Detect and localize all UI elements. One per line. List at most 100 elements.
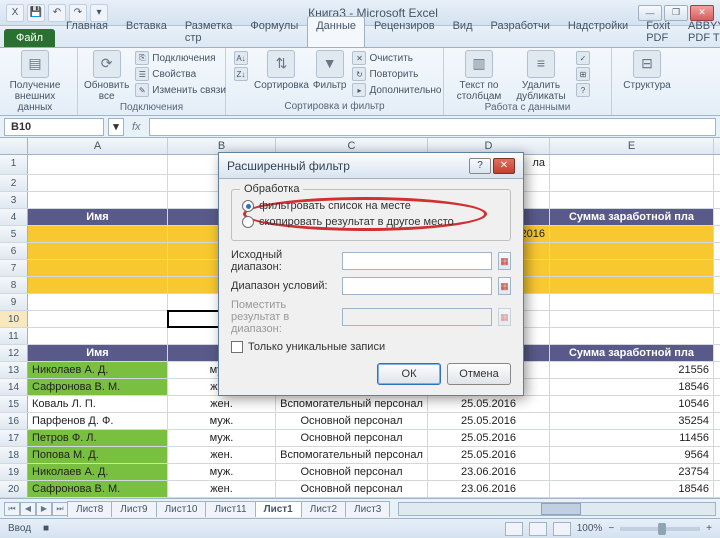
ribbon-tab[interactable]: Вид	[444, 16, 482, 47]
horizontal-scrollbar[interactable]	[398, 502, 716, 516]
sort-asc-button[interactable]: A↓	[232, 50, 250, 66]
tab-next-icon[interactable]: ▶	[36, 502, 52, 516]
sheet-tab[interactable]: Лист11	[205, 501, 255, 517]
connections-button[interactable]: ⎘Подключения	[133, 50, 228, 66]
formula-input[interactable]	[149, 118, 716, 136]
cell[interactable]	[28, 311, 168, 327]
cell[interactable]: 25.05.2016	[428, 430, 550, 446]
row-header[interactable]: 11	[0, 328, 28, 344]
zoom-slider[interactable]	[620, 527, 700, 531]
cell[interactable]: Коваль Л. П.	[28, 396, 168, 412]
file-tab[interactable]: Файл	[4, 29, 55, 47]
sort-button[interactable]: ⇅ Сортировка	[254, 50, 309, 91]
cell[interactable]: Парфенов Д. Ф.	[28, 413, 168, 429]
cell[interactable]: Основной персонал	[276, 464, 428, 480]
cell[interactable]	[28, 243, 168, 259]
row-header[interactable]: 3	[0, 192, 28, 208]
ribbon-tab[interactable]: Рецензиров	[365, 16, 444, 47]
cell[interactable]: Николаев А. Д.	[28, 362, 168, 378]
cell[interactable]: Основной персонал	[276, 430, 428, 446]
row-header[interactable]: 12	[0, 345, 28, 361]
ribbon-tab[interactable]: Формулы	[241, 16, 307, 47]
cell[interactable]	[28, 192, 168, 208]
properties-button[interactable]: ☰Свойства	[133, 66, 228, 82]
cell[interactable]: Николаев А. Д.	[28, 464, 168, 480]
cell[interactable]: Сумма заработной пла	[550, 345, 714, 361]
row-header[interactable]: 18	[0, 447, 28, 463]
row-header[interactable]: 4	[0, 209, 28, 225]
cell[interactable]	[550, 155, 714, 174]
cell[interactable]: муж.	[168, 430, 276, 446]
dialog-close-button[interactable]: ✕	[493, 158, 515, 174]
view-normal-button[interactable]	[505, 522, 523, 536]
whatif-button[interactable]: ?	[574, 82, 592, 98]
view-layout-button[interactable]	[529, 522, 547, 536]
row-header[interactable]: 20	[0, 481, 28, 497]
cell[interactable]	[550, 226, 714, 242]
cell[interactable]: 23754	[550, 464, 714, 480]
cell[interactable]	[28, 328, 168, 344]
advanced-filter-button[interactable]: ▸Дополнительно	[350, 82, 443, 98]
row-header[interactable]: 6	[0, 243, 28, 259]
ribbon-tab[interactable]: Foxit PDF	[637, 16, 679, 47]
cell[interactable]	[28, 277, 168, 293]
cell[interactable]: 18546	[550, 481, 714, 497]
cell[interactable]	[28, 260, 168, 276]
col-header[interactable]: A	[28, 138, 168, 154]
dialog-titlebar[interactable]: Расширенный фильтр ? ✕	[219, 153, 523, 179]
cell[interactable]	[28, 294, 168, 310]
dialog-help-button[interactable]: ?	[469, 158, 491, 174]
cell[interactable]: 9564	[550, 447, 714, 463]
cell[interactable]: жен.	[168, 447, 276, 463]
unique-records-checkbox[interactable]: Только уникальные записи	[231, 341, 511, 353]
cell[interactable]	[550, 175, 714, 191]
collapse-dialog-icon[interactable]: ▦	[498, 252, 511, 270]
row-header[interactable]: 13	[0, 362, 28, 378]
cell[interactable]: Имя	[28, 345, 168, 361]
cell[interactable]: 11456	[550, 430, 714, 446]
col-header[interactable]: E	[550, 138, 714, 154]
cell[interactable]: 21556	[550, 362, 714, 378]
zoom-thumb[interactable]	[658, 523, 666, 535]
sheet-tab[interactable]: Лист10	[156, 501, 207, 517]
row-header[interactable]: 14	[0, 379, 28, 395]
row-header[interactable]: 8	[0, 277, 28, 293]
ribbon-tab[interactable]: ABBYY PDF Tr	[679, 16, 720, 47]
clear-filter-button[interactable]: ✕Очистить	[350, 50, 443, 66]
ribbon-tab[interactable]: Разработчи	[482, 16, 559, 47]
row-header[interactable]: 19	[0, 464, 28, 480]
sheet-tab[interactable]: Лист2	[301, 501, 346, 517]
cell[interactable]: жен.	[168, 396, 276, 412]
row-header[interactable]: 9	[0, 294, 28, 310]
row-header[interactable]: 15	[0, 396, 28, 412]
row-header[interactable]: 16	[0, 413, 28, 429]
cell[interactable]: Вспомогательный персонал	[276, 396, 428, 412]
validation-button[interactable]: ✓	[574, 50, 592, 66]
ribbon-tab[interactable]: Главная	[57, 16, 117, 47]
row-header[interactable]: 1	[0, 155, 28, 174]
cell[interactable]	[550, 294, 714, 310]
sheet-tab[interactable]: Лист9	[111, 501, 156, 517]
sheet-tab[interactable]: Лист1	[255, 501, 302, 517]
cell[interactable]: Основной персонал	[276, 413, 428, 429]
cancel-button[interactable]: Отмена	[447, 363, 511, 385]
cell[interactable]: Сумма заработной пла	[550, 209, 714, 225]
cell[interactable]: 10546	[550, 396, 714, 412]
ok-button[interactable]: ОК	[377, 363, 441, 385]
tab-first-icon[interactable]: ⏮	[4, 502, 20, 516]
ribbon-tab[interactable]: Надстройки	[559, 16, 637, 47]
cell[interactable]	[28, 226, 168, 242]
cell[interactable]: 25.05.2016	[428, 396, 550, 412]
cell[interactable]: Вспомогательный персонал	[276, 447, 428, 463]
collapse-dialog-icon[interactable]: ▦	[498, 277, 511, 295]
cell[interactable]	[28, 155, 168, 174]
cell[interactable]: Петров Ф. Л.	[28, 430, 168, 446]
ribbon-tab[interactable]: Данные	[307, 16, 365, 47]
view-pagebreak-button[interactable]	[553, 522, 571, 536]
cell[interactable]	[550, 328, 714, 344]
ribbon-tab[interactable]: Вставка	[117, 16, 176, 47]
cell[interactable]	[550, 277, 714, 293]
cell[interactable]: 23.06.2016	[428, 481, 550, 497]
cell[interactable]	[550, 243, 714, 259]
save-icon[interactable]: 💾	[27, 4, 45, 22]
